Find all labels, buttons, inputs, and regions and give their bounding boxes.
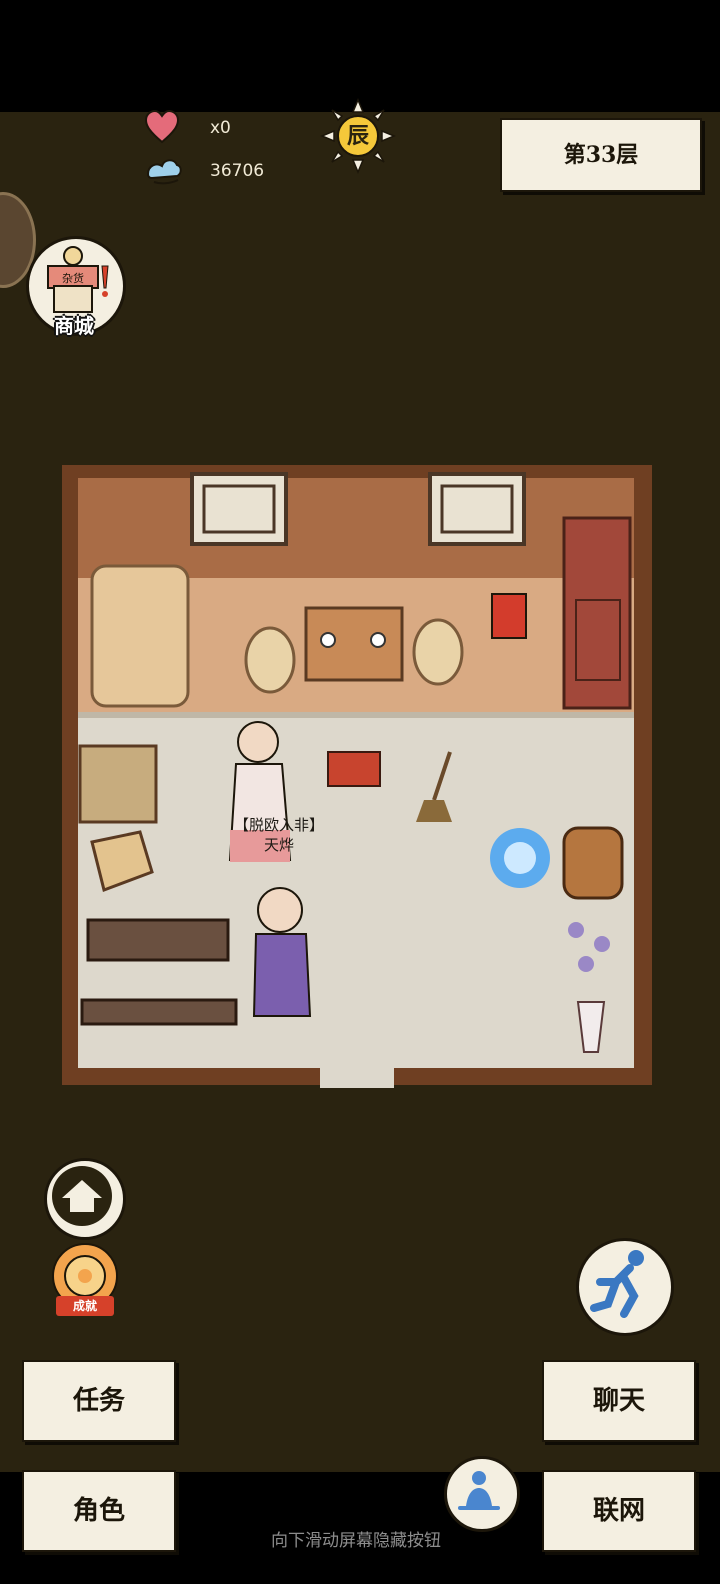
- sprint-button[interactable]: [576, 1238, 674, 1336]
- floor-indicator[interactable]: 第33层: [500, 118, 702, 192]
- straw-hat-icon: [52, 1166, 112, 1226]
- room-platform: [78, 578, 634, 718]
- room-floor: [78, 718, 634, 1068]
- spirit-count: 36706: [210, 161, 265, 181]
- hearts-stat: x0: [144, 110, 231, 146]
- ascend-button[interactable]: [44, 1158, 126, 1240]
- npc-name: 天烨: [263, 836, 294, 854]
- time-of-day-indicator: 辰: [320, 98, 396, 174]
- heart-icon: [144, 110, 180, 144]
- shop-sign-text: 杂货: [62, 271, 84, 285]
- spirit-stat: 36706: [144, 154, 264, 188]
- running-figure-icon: [590, 1250, 644, 1318]
- time-label: 辰: [346, 123, 369, 149]
- room-back-wall: [78, 478, 634, 580]
- npc-title: 【脱欧入非】: [233, 816, 324, 834]
- chat-button[interactable]: 聊天: [542, 1360, 696, 1442]
- swipe-hint: 向下滑动屏幕隐藏按钮: [271, 1531, 441, 1551]
- hearts-count: x0: [210, 118, 231, 138]
- meditation-icon: [458, 1471, 500, 1510]
- shop-label: 商城: [54, 314, 94, 338]
- spirit-cloud-icon: [146, 159, 182, 185]
- npc-name-tag[interactable]: 【脱欧入非】 天烨: [214, 815, 344, 855]
- task-button[interactable]: 任务: [22, 1360, 176, 1442]
- achievement-label: 成就: [56, 1296, 114, 1316]
- top-black-bar: [0, 0, 720, 112]
- room-door[interactable]: [320, 1066, 394, 1088]
- meditate-button[interactable]: [444, 1456, 520, 1532]
